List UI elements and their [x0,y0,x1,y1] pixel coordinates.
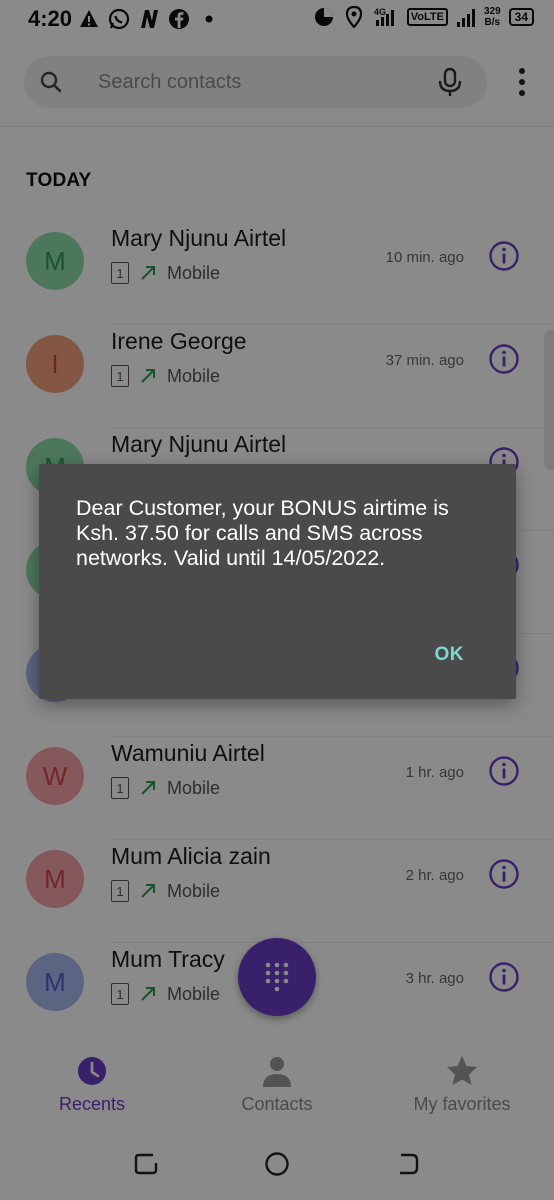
ussd-dialog: Dear Customer, your BONUS airtime is Ksh… [39,464,516,699]
phone-screen: 4:20 4G VoLTE 329 B/s 34 Search contacts… [0,0,554,1200]
dialog-ok-button[interactable]: OK [435,644,465,666]
dialog-message: Dear Customer, your BONUS airtime is Ksh… [76,496,449,570]
